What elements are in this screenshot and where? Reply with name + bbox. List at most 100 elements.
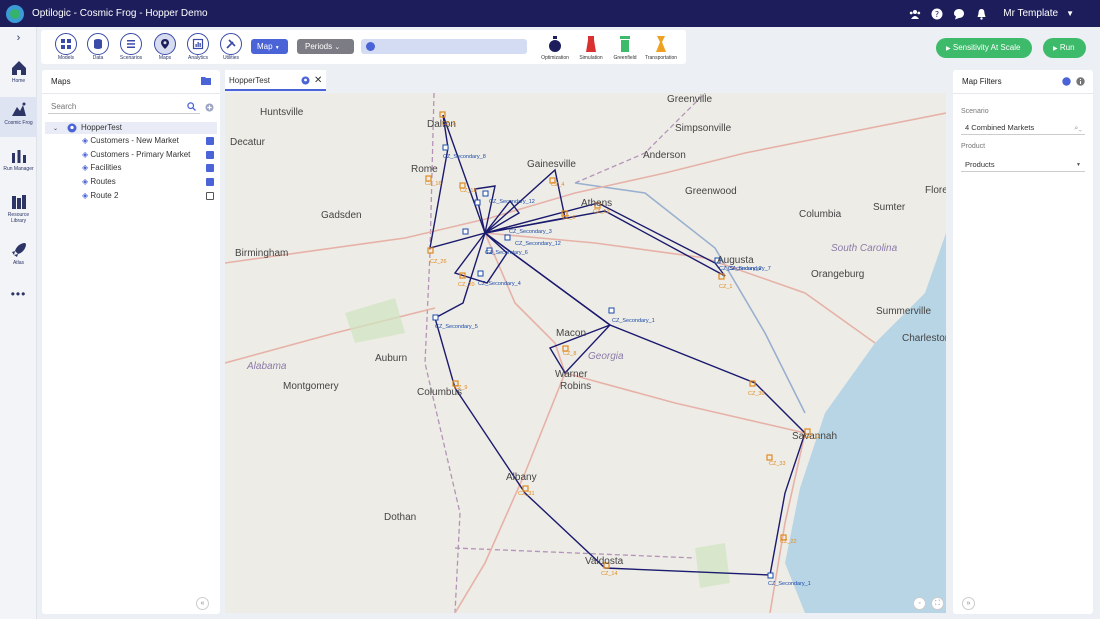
transportation-icon (656, 36, 666, 52)
highway-i85 (225, 112, 946, 264)
info-icon[interactable] (1076, 77, 1085, 86)
svg-text:South Carolina: South Carolina (831, 243, 898, 254)
fullscreen-icon[interactable]: ⛶ (931, 597, 944, 610)
app-logo[interactable] (6, 4, 24, 23)
run-simulation-button[interactable]: Simulation (572, 33, 610, 61)
svg-text:CZ_Secondary_4: CZ_Secondary_4 (478, 281, 521, 287)
play-icon: ▶ (946, 46, 951, 52)
svg-text:Warner: Warner (555, 369, 588, 380)
periods-select[interactable]: Periods ⌄ (297, 39, 354, 54)
layer-customers-new-market[interactable]: ◈ Customers - New Market (82, 135, 214, 147)
toolbar-utilities-button[interactable]: Utilities (216, 33, 246, 61)
library-icon (11, 195, 26, 209)
rail-item-resource-library[interactable]: Resource Library (0, 193, 37, 224)
highway-i20 (484, 232, 876, 344)
svg-text:CZ_14: CZ_14 (601, 571, 618, 577)
period-slider[interactable] (361, 39, 527, 54)
svg-text:Athens: Athens (581, 198, 612, 209)
expand-panel-icon[interactable]: » (962, 597, 975, 610)
map-pin-icon (67, 123, 77, 133)
simulation-icon (586, 36, 596, 52)
layer-checkbox[interactable] (206, 192, 214, 200)
greenfield-icon (620, 36, 630, 52)
svg-text:?: ? (935, 10, 939, 19)
toolbar-maps-button[interactable]: Maps (150, 33, 180, 61)
toolbar-models-button[interactable]: Models (51, 33, 81, 61)
toolbar-scenarios-button[interactable]: Scenarios (116, 33, 146, 61)
rail-item-atlas[interactable]: Atlas (0, 241, 37, 266)
layer-checkbox[interactable] (206, 151, 214, 159)
sensitivity-at-scale-button[interactable]: ▶ Sensitivity At Scale (936, 38, 1032, 58)
svg-text:CZ_31: CZ_31 (518, 491, 535, 497)
folder-icon[interactable] (201, 76, 211, 85)
slider-handle[interactable] (366, 42, 375, 51)
rocket-icon (11, 243, 26, 257)
scenario-label: Scenario (961, 108, 989, 115)
add-map-icon[interactable] (205, 103, 214, 112)
svg-text:Sumter: Sumter (873, 202, 906, 213)
run-greenfield-button[interactable]: Greenfield (606, 33, 644, 61)
search-icon[interactable] (187, 102, 196, 111)
help-icon[interactable]: ? (931, 8, 943, 20)
layer-routes[interactable]: ◈ Routes (82, 176, 214, 188)
svg-text:Columbia: Columbia (799, 209, 842, 220)
toolbar-analytics-button[interactable]: Analytics (183, 33, 213, 61)
product-select[interactable]: Products ▼ (961, 158, 1085, 172)
route-map[interactable]: HuntsvilleDaltonGreenville SimpsonvilleD… (225, 93, 946, 613)
tab-hoppertest[interactable]: HopperTest ✕ (225, 70, 326, 91)
collapse-panel-icon[interactable]: « (196, 597, 209, 610)
run-button[interactable]: ▶ Run (1043, 38, 1086, 58)
run-transportation-button[interactable]: Transportation (642, 33, 680, 61)
map-filters-title: Map Filters (962, 77, 1002, 86)
svg-text:Greenwood: Greenwood (685, 186, 737, 197)
scenario-select[interactable]: 4 Combined Markets ⌕⌄ (961, 121, 1085, 135)
team-icon[interactable] (909, 8, 921, 20)
map-select[interactable]: Map ▼ (251, 39, 288, 54)
tree-root-hoppertest[interactable]: ⌄ HopperTest (45, 122, 217, 134)
state-border-ga-sc-north (574, 93, 706, 184)
chevron-down-icon: ▼ (274, 45, 280, 51)
svg-text:CZ_9: CZ_9 (454, 385, 467, 391)
svg-text:CZ_33: CZ_33 (769, 461, 786, 467)
svg-text:CZ_30: CZ_30 (748, 391, 765, 397)
bell-icon[interactable] (975, 8, 987, 20)
map-pin-icon (301, 76, 310, 85)
expand-rail-icon[interactable]: › (0, 32, 37, 44)
map-canvas[interactable]: Huntsville Dalton Greenville Simpsonville D… (225, 93, 946, 613)
close-icon[interactable]: ✕ (314, 70, 322, 91)
more-icon[interactable]: ••• (0, 287, 37, 301)
chevron-down-icon[interactable]: ▼ (1066, 9, 1074, 18)
optimization-icon (549, 36, 561, 52)
rail-item-cosmic-frog[interactable]: Cosmic Frog (0, 97, 37, 137)
layer-route-2[interactable]: ◈ Route 2 (82, 190, 214, 202)
rail-item-run-manager[interactable]: Run Manager (0, 147, 37, 172)
layer-customers-primary-market[interactable]: ◈ Customers - Primary Market (82, 149, 214, 161)
secondary-labels: CZ_Secondary_8 CZ_Secondary_12 CZ_Secondar… (435, 154, 811, 587)
highway-i16 (564, 372, 806, 434)
layer-facilities[interactable]: ◈ Facilities (82, 162, 214, 174)
rail-item-home[interactable]: Home (0, 59, 37, 84)
filter-badge-icon[interactable] (1062, 77, 1071, 86)
svg-text:CZ_22: CZ_22 (780, 539, 797, 545)
svg-text:CZ_13: CZ_13 (593, 209, 610, 215)
user-menu[interactable]: Mr Template (1003, 8, 1058, 19)
svg-text:Georgia: Georgia (588, 351, 624, 362)
svg-text:CZ_Secondary_1: CZ_Secondary_1 (768, 581, 811, 587)
run-optimization-button[interactable]: Optimization (536, 33, 574, 61)
zoom-reset-icon[interactable]: ◦ (913, 597, 926, 610)
maps-search-input[interactable] (48, 100, 200, 114)
layer-checkbox[interactable] (206, 137, 214, 145)
svg-text:CZ_Secondary_8: CZ_Secondary_8 (443, 154, 486, 160)
database-icon (94, 39, 102, 49)
layer-checkbox[interactable] (206, 178, 214, 186)
svg-text:CZ_Secondary_12: CZ_Secondary_12 (489, 199, 535, 205)
svg-text:Florence: Florence (925, 185, 946, 196)
toolbar: Models Data Scenarios Maps Analytics Uti… (41, 30, 686, 64)
layer-checkbox[interactable] (206, 164, 214, 172)
highway-i75 (454, 232, 566, 613)
home-icon (11, 61, 26, 75)
svg-text:CZ_Secondary_12: CZ_Secondary_12 (515, 241, 561, 247)
chat-icon[interactable] (953, 8, 965, 20)
toolbar-data-button[interactable]: Data (83, 33, 113, 61)
svg-text:CZ_12: CZ_12 (804, 434, 821, 440)
